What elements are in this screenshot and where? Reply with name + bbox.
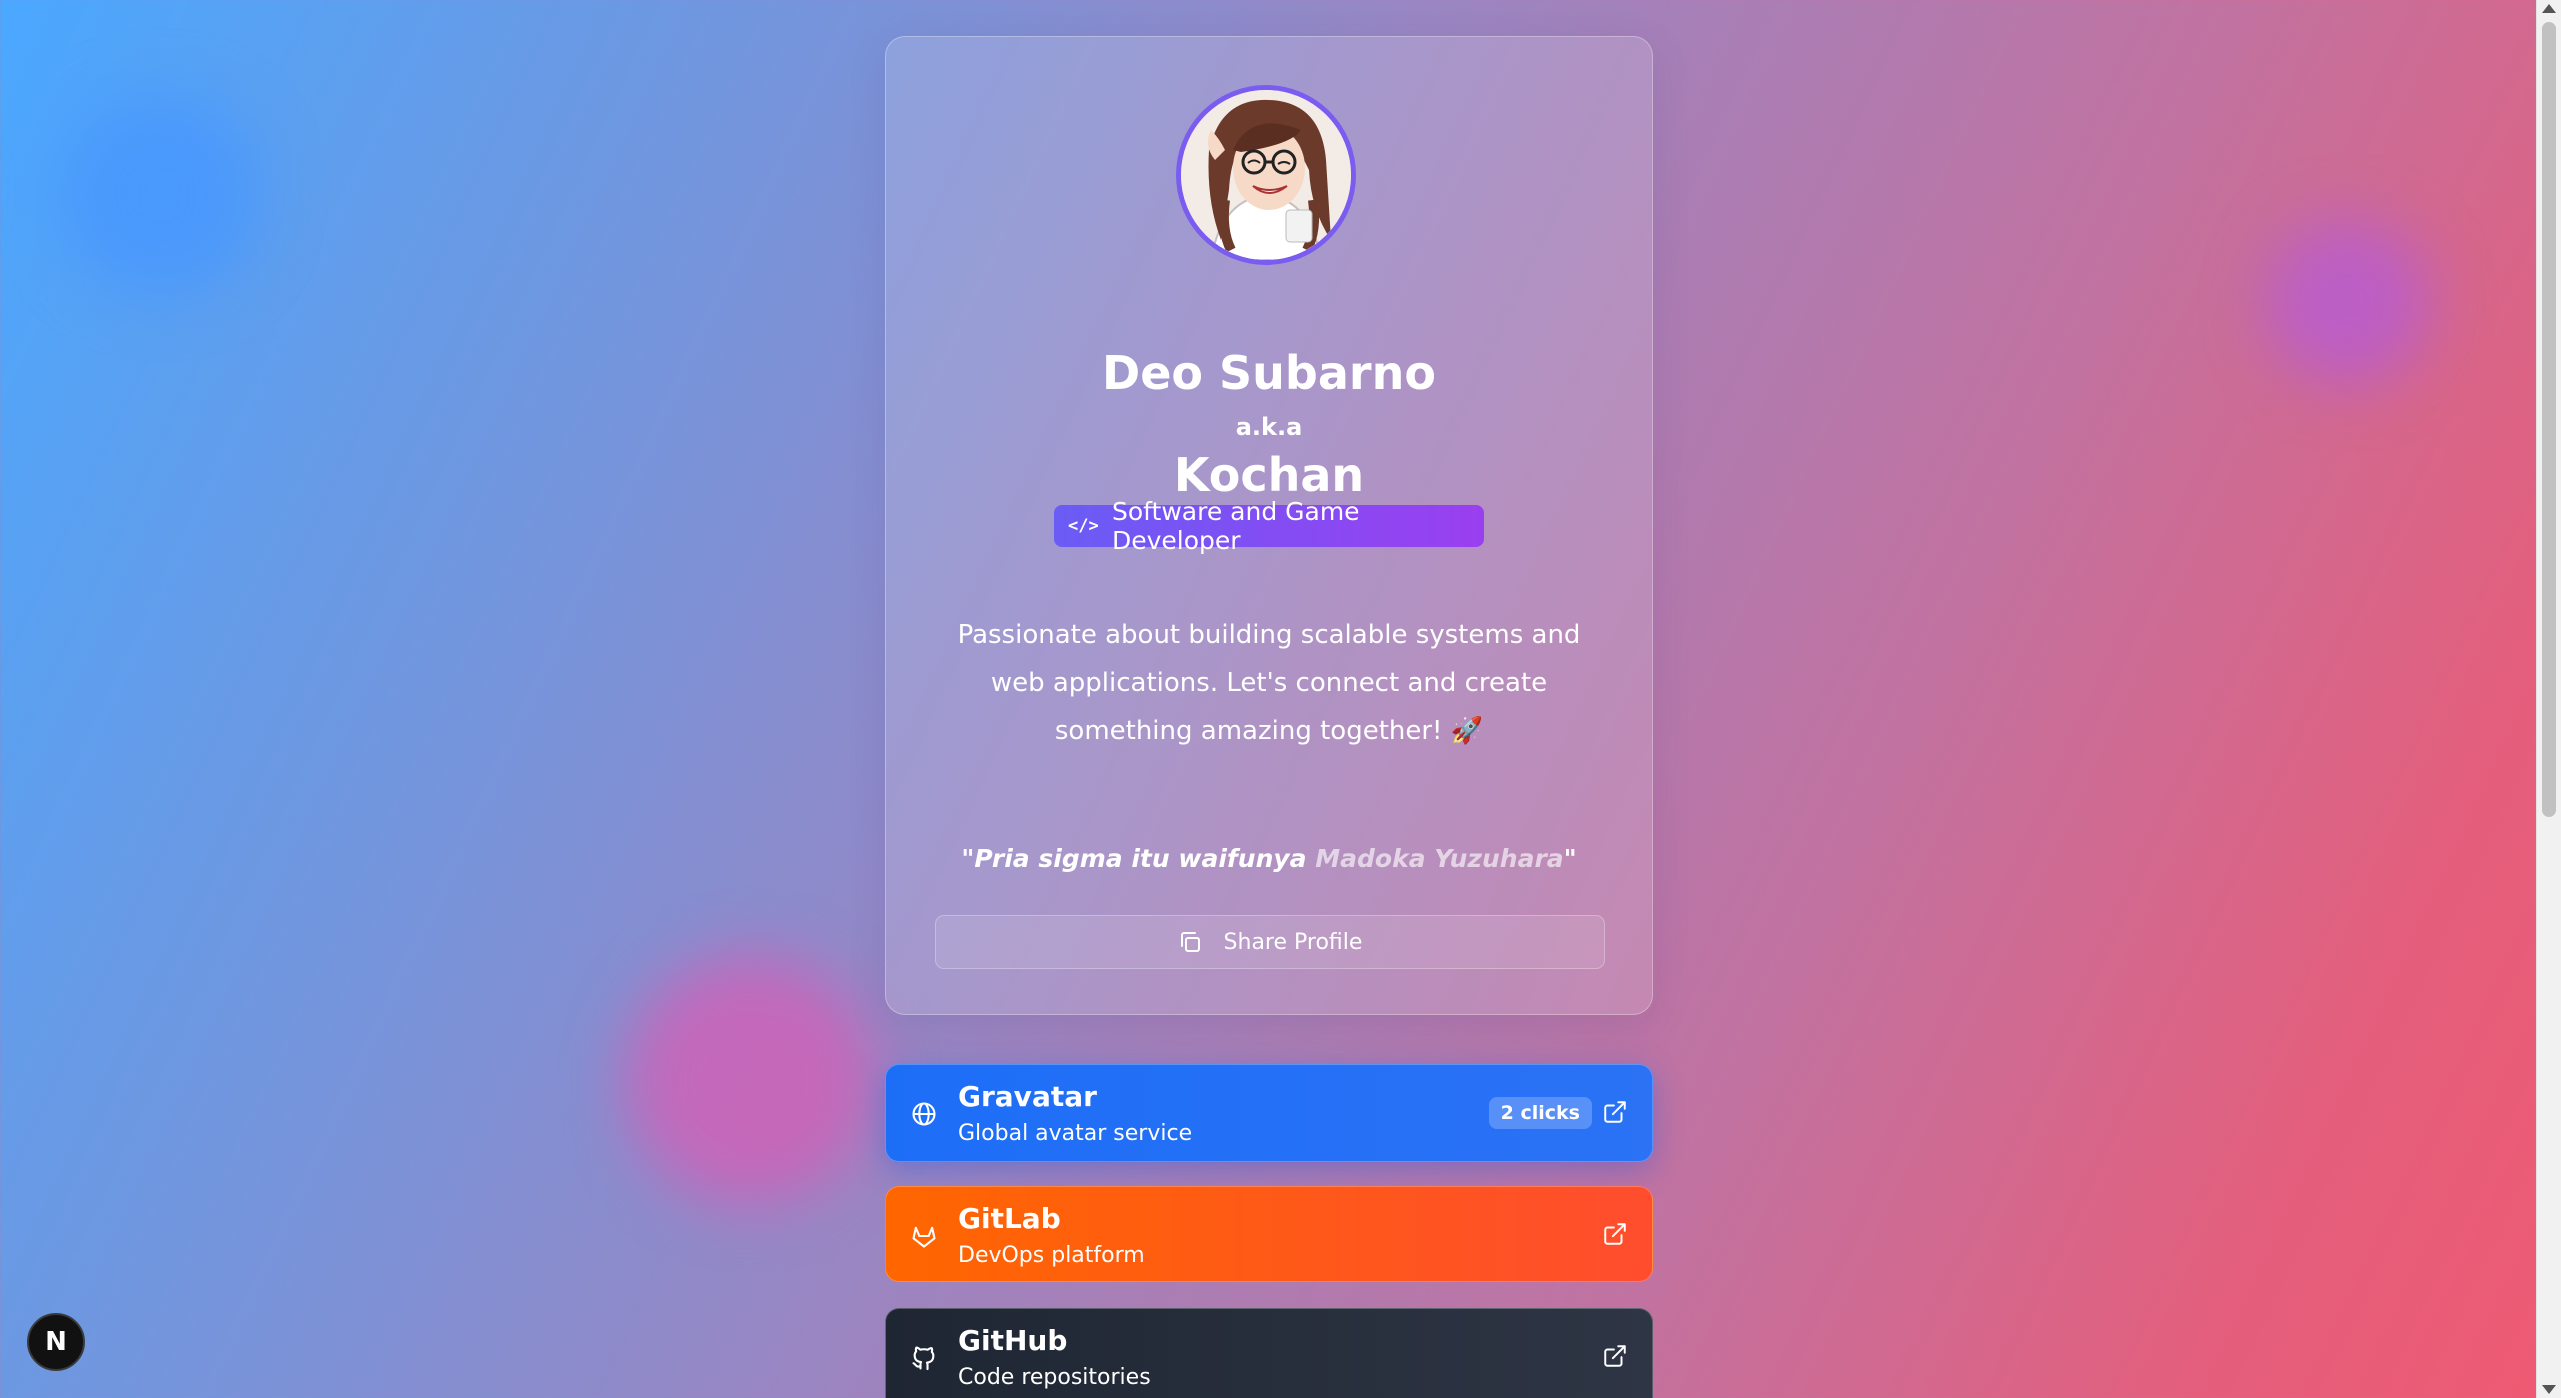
profile-quote: "Pria sigma itu waifunya Madoka Yuzuhara…	[886, 839, 1652, 879]
click-count-badge: 2 clicks	[1488, 1097, 1592, 1129]
share-profile-label: Share Profile	[1223, 929, 1363, 955]
github-icon	[910, 1344, 938, 1372]
link-gravatar[interactable]: Gravatar Global avatar service 2 clicks	[885, 1064, 1653, 1162]
avatar-illustration	[1181, 90, 1351, 260]
background-blob-pink	[625, 955, 875, 1205]
quote-suffix: "	[1563, 844, 1577, 873]
profile-name: Deo Subarno	[1102, 346, 1436, 400]
external-link-icon	[1602, 1221, 1630, 1249]
vertical-scrollbar[interactable]	[2536, 0, 2561, 1398]
profile-card: Deo Subarno a.k.a Kochan </> Software an…	[885, 36, 1653, 1015]
role-label: Software and Game Developer	[1112, 497, 1360, 555]
link-subtitle: DevOps platform	[958, 1243, 1145, 1268]
link-gitlab[interactable]: GitLab DevOps platform	[885, 1186, 1653, 1282]
dev-tools-letter: N	[45, 1327, 67, 1357]
gitlab-icon	[910, 1222, 938, 1250]
background-blob-purple	[2265, 220, 2430, 385]
scroll-down-arrow-icon[interactable]	[2542, 1385, 2556, 1394]
link-title: Gravatar	[958, 1080, 1097, 1113]
copy-icon	[1178, 930, 1202, 954]
globe-icon	[910, 1100, 938, 1128]
code-icon: </>	[1068, 516, 1099, 536]
quote-highlight: Madoka Yuzuhara	[1315, 844, 1564, 873]
scrollbar-thumb[interactable]	[2542, 22, 2556, 817]
profile-bio: Passionate about building scalable syste…	[957, 620, 1581, 746]
link-subtitle: Code repositories	[958, 1365, 1151, 1390]
link-title: GitLab	[958, 1202, 1061, 1235]
link-github[interactable]: GitHub Code repositories	[885, 1308, 1653, 1398]
scroll-up-arrow-icon[interactable]	[2542, 4, 2556, 13]
avatar	[1176, 85, 1356, 265]
background-blob-blue	[60, 95, 260, 295]
link-subtitle: Global avatar service	[958, 1121, 1193, 1146]
role-badge: </> Software and Game Developer	[1054, 497, 1484, 555]
share-profile-button[interactable]: Share Profile	[935, 915, 1605, 969]
external-link-icon	[1602, 1343, 1630, 1371]
quote-prefix: "Pria sigma itu waifunya	[961, 844, 1316, 873]
profile-alias: Kochan	[1173, 448, 1365, 502]
profile-aka: a.k.a	[1235, 413, 1303, 441]
external-link-icon	[1602, 1099, 1630, 1127]
link-title: GitHub	[958, 1324, 1068, 1357]
dev-tools-badge[interactable]: N	[27, 1313, 85, 1371]
